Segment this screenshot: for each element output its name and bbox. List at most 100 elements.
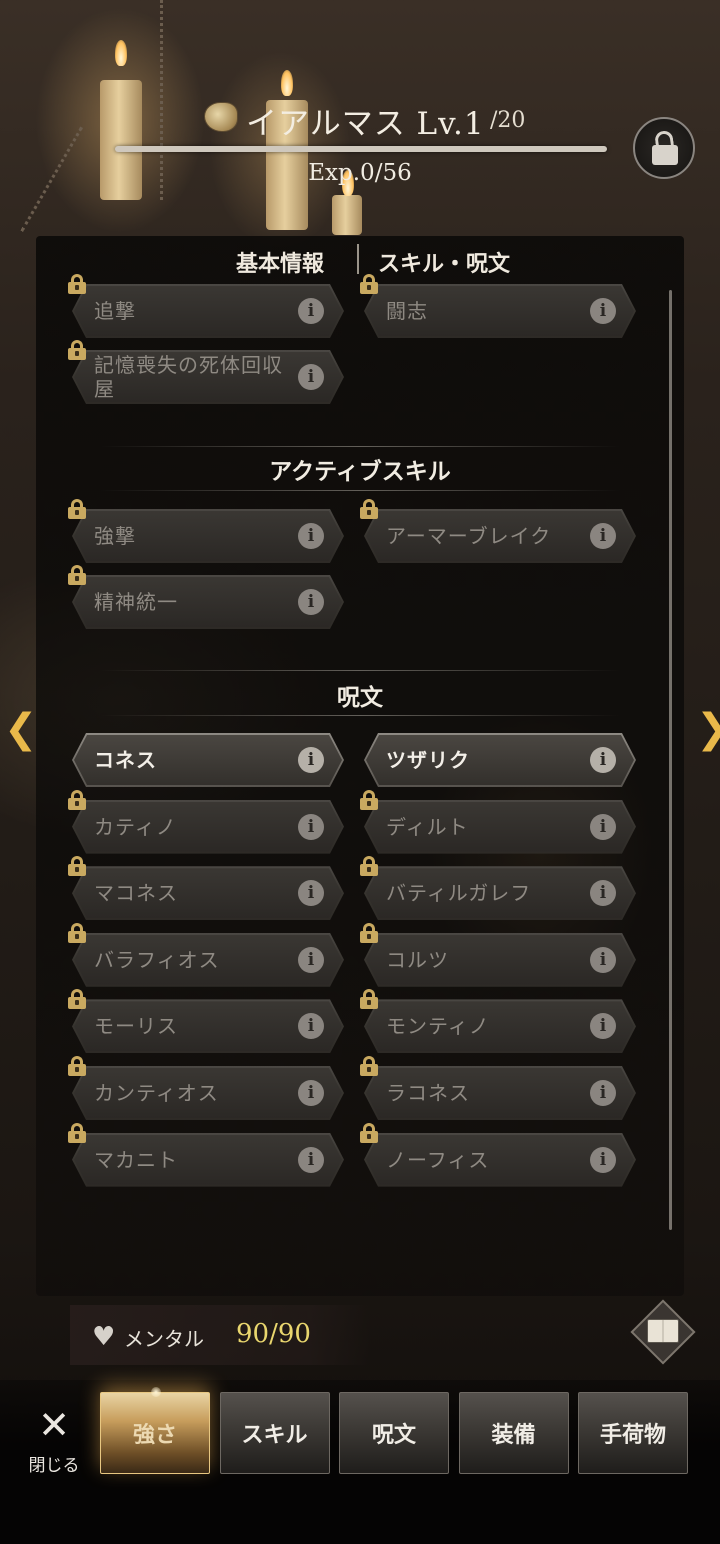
info-icon[interactable]: i [298, 523, 324, 549]
skill-label: アーマーブレイク [386, 524, 552, 548]
lock-icon [68, 1056, 86, 1076]
tab-divider [357, 244, 359, 274]
info-icon[interactable]: i [590, 1146, 616, 1173]
skill-button[interactable]: モンティノ i [360, 989, 636, 1053]
info-icon[interactable]: i [298, 813, 324, 840]
skill-button[interactable]: 強撃 i [68, 499, 344, 563]
book-button[interactable] [630, 1299, 696, 1365]
info-icon[interactable]: i [590, 747, 616, 773]
skill-button[interactable]: 闘志 i [360, 274, 636, 338]
active-skills-title: アクティブスキル [269, 459, 451, 485]
lock-icon [360, 499, 378, 519]
info-icon[interactable]: i [298, 298, 324, 324]
info-icon[interactable]: i [298, 1080, 324, 1106]
panel-scrollbar[interactable] [669, 290, 672, 1230]
info-icon[interactable]: i [298, 946, 324, 973]
skill-label: 精神統一 [94, 590, 178, 614]
info-icon[interactable]: i [298, 747, 324, 773]
skill-label: ツザリク [386, 748, 470, 772]
bottom-tab[interactable]: 呪文 [339, 1392, 449, 1474]
mental-label: メンタル [124, 1327, 204, 1351]
info-icon[interactable]: i [298, 589, 324, 615]
skill-button[interactable]: アーマーブレイク i [360, 499, 636, 563]
book-icon [647, 1319, 679, 1343]
lock-icon [68, 856, 86, 877]
lock-icon [68, 340, 86, 360]
info-icon[interactable]: i [298, 880, 324, 907]
skill-label: 追撃 [94, 299, 136, 323]
lock-icon [68, 922, 86, 943]
section-divider [100, 490, 620, 491]
close-label: 閉じる [28, 1456, 80, 1476]
exp-text: Exp.0/56 [308, 160, 412, 186]
close-icon: ✕ [38, 1403, 70, 1447]
skill-label: マコネス [94, 881, 178, 906]
skill-label: マカニト [94, 1147, 178, 1172]
exp-bar [115, 146, 607, 152]
prev-character-arrow[interactable]: ❮ [4, 706, 38, 752]
skill-label: 記憶喪失の死体回収屋 [94, 353, 283, 401]
skill-button[interactable]: マカニト i [68, 1122, 344, 1187]
lock-icon [360, 856, 378, 877]
skill-label: バティルガレフ [386, 881, 532, 906]
heart-icon: ♥ [92, 1322, 116, 1352]
section-divider [100, 715, 620, 716]
skill-label: カンティオス [94, 1081, 219, 1105]
skill-button[interactable]: モーリス i [68, 989, 344, 1053]
skill-label: コネス [94, 748, 157, 772]
info-icon[interactable]: i [590, 946, 616, 973]
character-name-level: イアルマス Lv.1 [246, 106, 485, 142]
bottom-tab[interactable]: スキル [219, 1392, 330, 1474]
skill-button[interactable]: バティルガレフ i [360, 856, 636, 920]
tab-basic-info[interactable]: 基本情報 [236, 246, 324, 278]
skill-button[interactable]: ラコネス i [360, 1056, 636, 1120]
lock-icon [360, 274, 378, 294]
lock-icon [360, 922, 378, 943]
skill-label: ノーフィス [386, 1147, 490, 1172]
bottom-tab[interactable]: 装備 [458, 1392, 569, 1474]
skill-label: モーリス [94, 1014, 178, 1039]
unlock-button[interactable] [633, 117, 695, 179]
lock-icon [68, 989, 86, 1010]
info-icon[interactable]: i [298, 1146, 324, 1173]
lock-icon [360, 1056, 378, 1076]
skill-label: 強撃 [94, 524, 136, 548]
info-icon[interactable]: i [590, 813, 616, 840]
lock-icon [68, 1122, 86, 1143]
info-icon[interactable]: i [590, 298, 616, 324]
bottom-tab[interactable]: 手荷物 [578, 1392, 688, 1474]
bottom-tab[interactable]: 強さ [100, 1387, 210, 1474]
skill-label: バラフィオス [94, 947, 220, 972]
skill-button[interactable]: マコネス i [68, 856, 344, 920]
info-icon[interactable]: i [590, 880, 616, 907]
skill-button[interactable]: コネス i [72, 733, 344, 787]
next-character-arrow[interactable]: ❯ [696, 706, 720, 752]
mental-status: ♥ メンタル 90/90 [70, 1305, 370, 1365]
skill-button[interactable]: 追撃 i [68, 274, 344, 338]
skill-button[interactable]: バラフィオス i [68, 922, 344, 987]
lock-icon [360, 789, 378, 810]
skill-button[interactable]: コルツ i [360, 922, 636, 987]
skill-label: ラコネス [386, 1081, 470, 1105]
info-icon[interactable]: i [298, 364, 324, 390]
info-icon[interactable]: i [590, 1080, 616, 1106]
skill-button[interactable]: カティノ i [68, 789, 344, 854]
skill-button[interactable]: ツザリク i [364, 733, 636, 787]
close-button[interactable]: ✕ 閉じる [14, 1405, 94, 1485]
skill-label: 闘志 [386, 299, 428, 323]
lock-icon [68, 789, 86, 810]
lock-icon [68, 499, 86, 519]
character-header: イアルマス Lv.1 /20 Exp.0/56 [0, 88, 720, 198]
tab-skills-spells[interactable]: スキル・呪文 [378, 246, 510, 278]
lock-icon [360, 1122, 378, 1143]
skill-button[interactable]: 精神統一 i [68, 565, 344, 629]
skill-label: モンティノ [386, 1014, 490, 1039]
skill-button[interactable]: ノーフィス i [360, 1122, 636, 1187]
skill-button[interactable]: カンティオス i [68, 1056, 344, 1120]
skill-button[interactable]: 記憶喪失の死体回収屋 i [68, 340, 344, 404]
lock-icon [68, 274, 86, 294]
info-icon[interactable]: i [590, 523, 616, 549]
spells-title: 呪文 [337, 685, 383, 711]
lock-icon [68, 565, 86, 585]
skill-button[interactable]: ディルト i [360, 789, 636, 854]
